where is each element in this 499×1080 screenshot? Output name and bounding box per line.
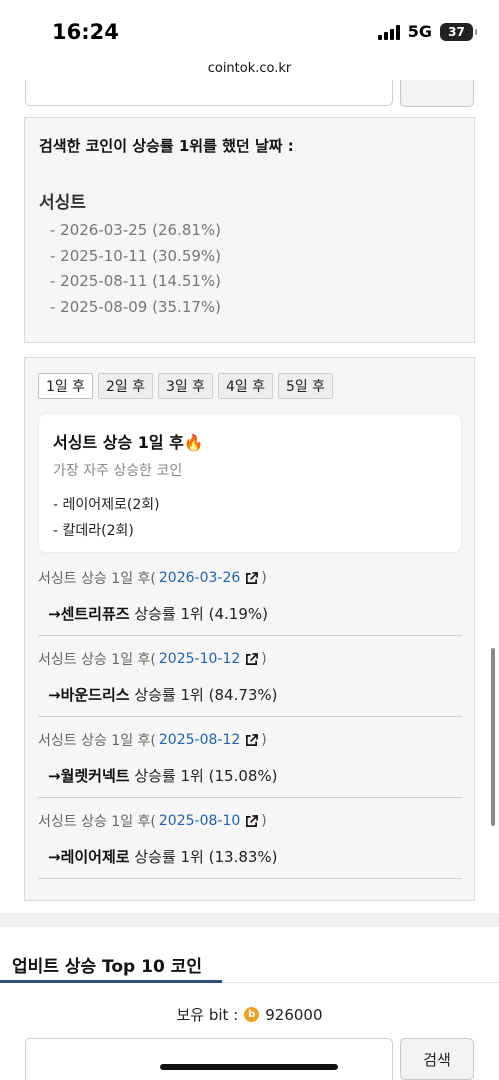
external-link-icon[interactable] — [245, 814, 259, 828]
result-text: 상승률 1위 (13.83%) — [129, 848, 278, 866]
rank-dates-panel: 검색한 코인이 상승률 1위를 했던 날짜 : 서싱트 - 2026-03-25… — [24, 117, 475, 343]
bit-value: 926000 — [265, 1005, 323, 1024]
result-coin: →월렛커넥트 — [48, 767, 130, 785]
day-tabs: 1일 후 2일 후 3일 후 4일 후 5일 후 — [38, 373, 333, 399]
row-prefix: 서싱트 상승 1일 후( — [38, 814, 156, 830]
summary-title: 서싱트 상승 1일 후🔥 — [53, 433, 204, 452]
external-link-icon[interactable] — [245, 571, 259, 585]
tab-5-day[interactable]: 5일 후 — [278, 373, 333, 399]
result-coin: →레이어제로 — [48, 848, 130, 866]
rank-date-list: - 2026-03-25 (26.81%) - 2025-10-11 (30.5… — [50, 218, 221, 320]
date-link[interactable]: 2026-03-26 — [159, 570, 240, 586]
table-row: 서싱트 상승 1일 후( 2026-03-26 ) →센트리퓨즈 상승률 1위 … — [38, 555, 462, 636]
list-item: - 2026-03-25 (26.81%) — [50, 221, 222, 239]
external-link-icon[interactable] — [245, 733, 259, 747]
searched-coin-name: 서싱트 — [39, 193, 86, 213]
top10-title: 업비트 상승 Top 10 코인 — [12, 957, 202, 977]
network-label: 5G — [407, 22, 432, 41]
summary-subtitle: 가장 자주 상승한 코인 — [53, 463, 183, 479]
table-row: 서싱트 상승 1일 후( 2025-08-12 ) →월렛커넥트 상승률 1위 … — [38, 717, 462, 798]
bit-label: 보유 bit : — [176, 1006, 239, 1024]
row-suffix: ) — [261, 732, 267, 748]
search-input[interactable] — [25, 1038, 393, 1080]
status-bar: 16:24 5G 37 — [0, 0, 499, 60]
summary-list: - 레이어제로(2회) - 칼데라(2회) — [53, 492, 160, 544]
row-result: →바운드리스 상승률 1위 (84.73%) — [48, 684, 278, 705]
status-icons: 5G 37 — [377, 22, 477, 41]
search-button-top[interactable] — [400, 80, 474, 107]
result-text: 상승률 1위 (4.19%) — [129, 605, 268, 623]
list-item: - 2025-08-09 (35.17%) — [50, 297, 222, 316]
date-link[interactable]: 2025-10-12 — [159, 651, 240, 667]
row-result: →센트리퓨즈 상승률 1위 (4.19%) — [48, 603, 268, 624]
bitcoin-icon: b — [244, 1007, 260, 1022]
search-button[interactable]: 검색 — [400, 1038, 474, 1080]
status-time: 16:24 — [52, 20, 119, 44]
tab-2-day[interactable]: 2일 후 — [98, 373, 153, 399]
bit-balance: 보유 bit : b 926000 — [0, 1004, 499, 1025]
battery-icon: 37 — [440, 22, 477, 41]
external-link-icon[interactable] — [245, 652, 259, 666]
after-days-panel: 1일 후 2일 후 3일 후 4일 후 5일 후 서싱트 상승 1일 후🔥 가장… — [24, 357, 475, 901]
tab-3-day[interactable]: 3일 후 — [158, 373, 213, 399]
list-item: - 레이어제로(2회) — [53, 497, 160, 513]
row-suffix: ) — [261, 570, 267, 586]
row-header: 서싱트 상승 1일 후( 2025-08-12 ) — [38, 730, 267, 750]
table-row: 서싱트 상승 1일 후( 2025-10-12 ) →바운드리스 상승률 1위 … — [38, 636, 462, 717]
tab-1-day[interactable]: 1일 후 — [38, 373, 93, 399]
date-link[interactable]: 2025-08-12 — [159, 732, 240, 748]
tab-4-day[interactable]: 4일 후 — [218, 373, 273, 399]
list-item: - 2025-10-11 (30.59%) — [50, 246, 222, 265]
title-underline — [0, 980, 222, 983]
row-prefix: 서싱트 상승 1일 후( — [38, 733, 156, 749]
section-divider — [0, 913, 499, 927]
row-result: →월렛커넥트 상승률 1위 (15.08%) — [48, 765, 278, 786]
browser-url[interactable]: cointok.co.kr — [0, 61, 499, 76]
list-item: - 2025-08-11 (14.51%) — [50, 272, 222, 290]
table-row: 서싱트 상승 1일 후( 2025-08-10 ) →레이어제로 상승률 1위 … — [38, 798, 462, 879]
row-prefix: 서싱트 상승 1일 후( — [38, 652, 156, 668]
search-input-top[interactable] — [25, 80, 393, 106]
result-rows: 서싱트 상승 1일 후( 2026-03-26 ) →센트리퓨즈 상승률 1위 … — [38, 555, 462, 879]
date-link[interactable]: 2025-08-10 — [159, 813, 240, 829]
row-suffix: ) — [261, 651, 267, 667]
row-prefix: 서싱트 상승 1일 후( — [38, 571, 156, 587]
result-text: 상승률 1위 (84.73%) — [129, 686, 278, 704]
row-suffix: ) — [261, 813, 267, 829]
battery-level: 37 — [448, 24, 465, 39]
signal-icon — [377, 24, 400, 40]
rank-dates-heading: 검색한 코인이 상승률 1위를 했던 날짜 : — [39, 137, 294, 155]
list-item: - 칼데라(2회) — [53, 523, 134, 539]
row-result: →레이어제로 상승률 1위 (13.83%) — [48, 846, 278, 867]
scrollbar[interactable] — [491, 648, 495, 826]
row-header: 서싱트 상승 1일 후( 2025-10-12 ) — [38, 649, 267, 669]
summary-card: 서싱트 상승 1일 후🔥 가장 자주 상승한 코인 - 레이어제로(2회) - … — [38, 413, 462, 553]
row-header: 서싱트 상승 1일 후( 2026-03-26 ) — [38, 568, 267, 588]
home-indicator[interactable] — [160, 1064, 338, 1070]
row-header: 서싱트 상승 1일 후( 2025-08-10 ) — [38, 811, 267, 831]
result-text: 상승률 1위 (15.08%) — [129, 767, 278, 785]
result-coin: →바운드리스 — [48, 686, 130, 704]
result-coin: →센트리퓨즈 — [48, 605, 130, 623]
